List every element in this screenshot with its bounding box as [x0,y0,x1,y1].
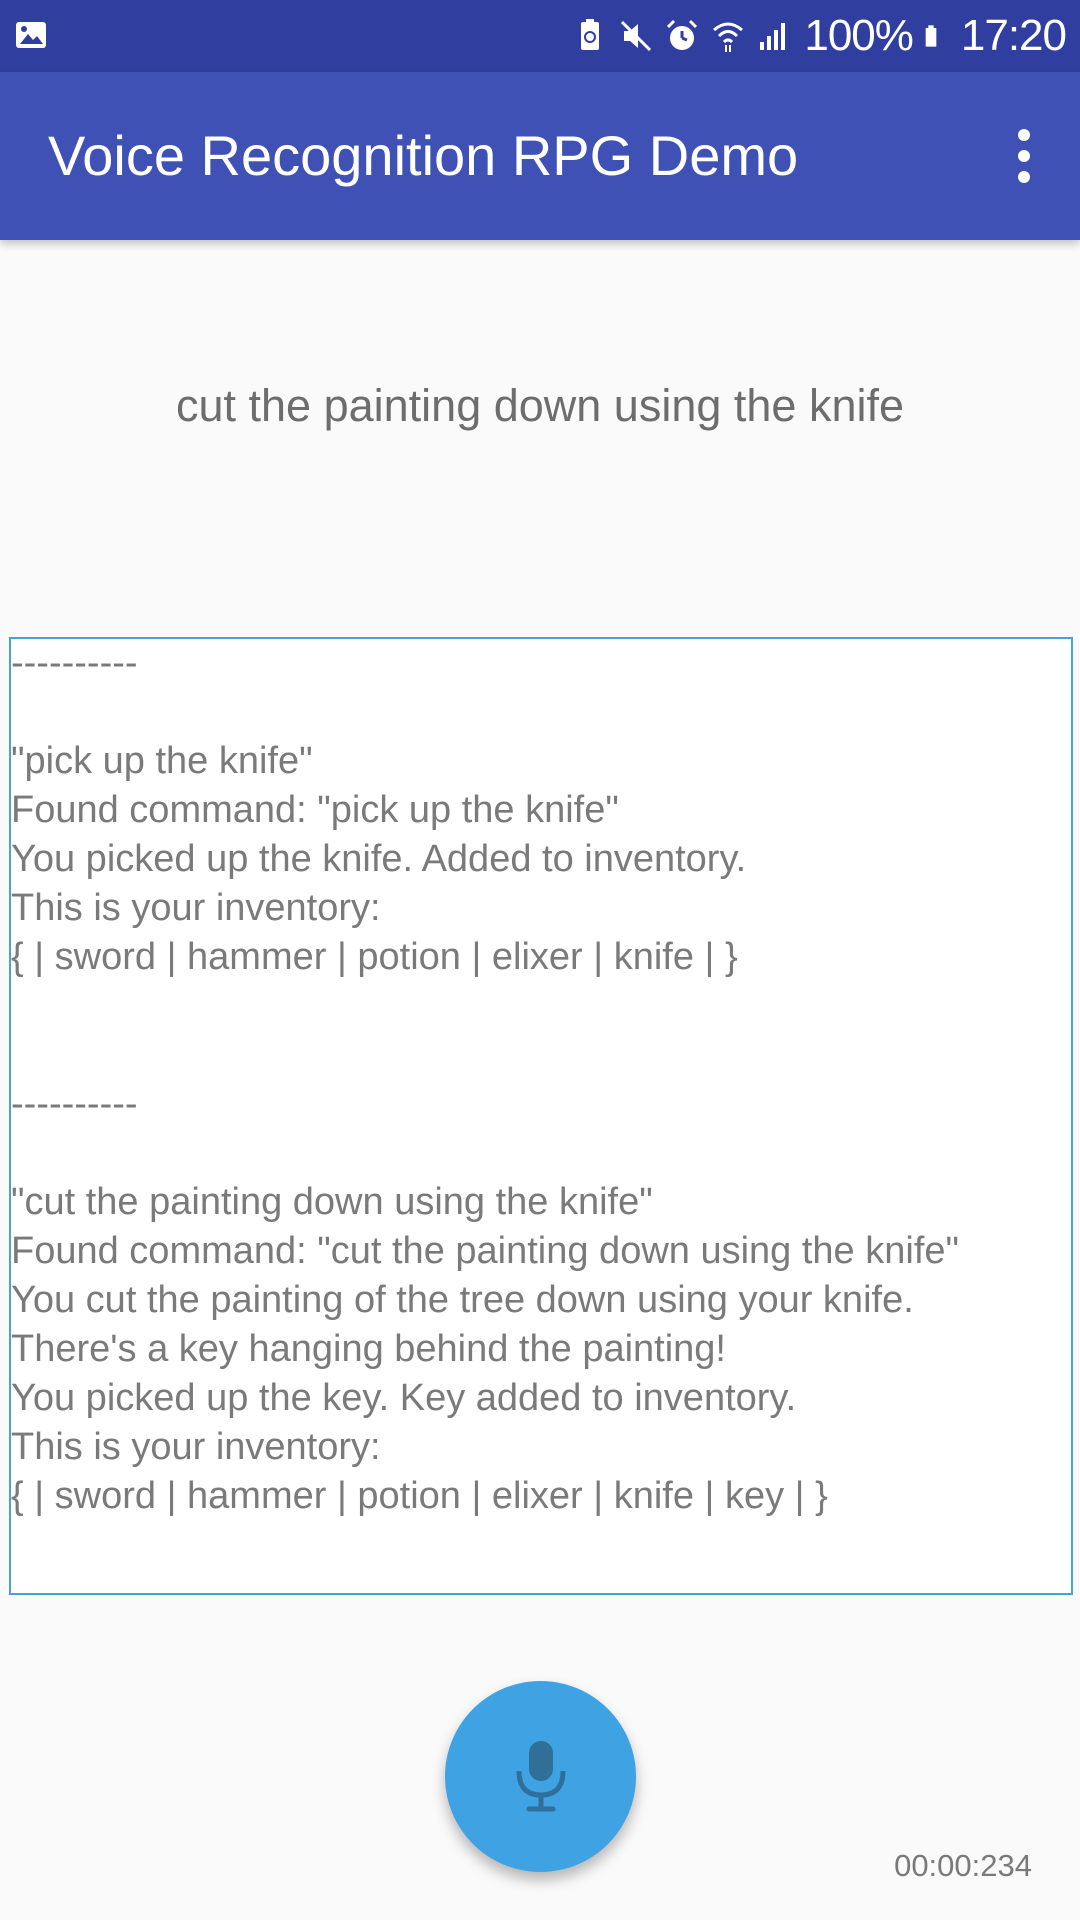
log-line: { | sword | hammer | potion | elixer | k… [11,1475,828,1517]
log-line: { | sword | hammer | potion | elixer | k… [11,936,738,978]
log-line: ---------- [11,1083,138,1125]
battery-saver-icon [581,19,600,50]
log-line: You picked up the key. Key added to inve… [11,1377,797,1419]
microphone-button[interactable] [445,1681,636,1872]
log-line: You cut the painting of the tree down us… [11,1279,914,1321]
log-line: ---------- [11,642,138,684]
signal-icon [760,23,786,50]
log-line: This is your inventory: [11,1426,381,1468]
app-bar: Voice Recognition RPG Demo [0,72,1080,240]
log-line: "cut the painting down using the knife" [11,1181,653,1223]
microphone-icon [516,1740,565,1811]
alarm-icon [667,19,698,50]
battery-percent: 100% [804,11,914,60]
app-title: Voice Recognition RPG Demo [48,124,799,187]
log-line: Found command: "pick up the knife" [11,789,619,831]
elapsed-timer: 00:00:234 [894,1848,1032,1883]
log-line: "pick up the knife" [11,740,313,782]
log-line: This is your inventory: [11,887,381,929]
wifi-icon [713,22,744,52]
mute-icon [621,20,652,52]
image-icon [16,22,46,48]
log-line: Found command: "cut the painting down us… [11,1230,959,1272]
status-bar: 100% 17:20 [0,0,1080,72]
log-line: There's a key hanging behind the paintin… [11,1328,726,1370]
log-line: You picked up the knife. Added to invent… [11,838,747,880]
status-icons: 100% 17:20 [572,0,1067,72]
recognized-speech-text: cut the painting down using the knife [176,380,904,431]
clock: 17:20 [960,11,1067,60]
game-log[interactable]: ---------- "pick up the knife" Found comma… [9,637,1073,1595]
more-vert-icon[interactable] [988,114,1060,198]
battery-icon [925,25,937,47]
game-log-lines: ---------- "pick up the knife" Found comma… [11,639,1071,1521]
